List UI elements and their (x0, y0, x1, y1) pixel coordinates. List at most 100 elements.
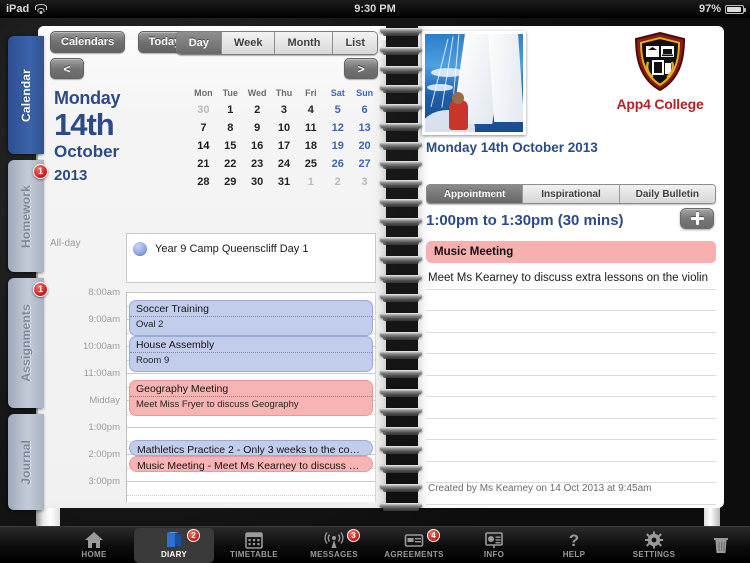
mini-month-day[interactable]: 10 (271, 119, 298, 137)
view-mode-segmented-control[interactable]: Day Week Month List (175, 31, 378, 55)
tab-badge: 4 (427, 528, 440, 542)
entry-title: Music Meeting (426, 241, 716, 263)
mini-month-day[interactable]: 9 (244, 119, 271, 137)
all-day-events-box[interactable]: Year 9 Camp Queenscliff Day 1 (126, 233, 376, 283)
spiral-ring (380, 199, 422, 208)
mini-month-day[interactable]: 25 (297, 155, 324, 173)
calendar-event[interactable]: House Assembly Room 9 (129, 336, 373, 372)
tab-home[interactable]: HOME (54, 528, 134, 563)
sidebar-item-journal[interactable]: Journal (8, 414, 44, 510)
mini-month-day[interactable]: 13 (351, 119, 378, 137)
mini-month-day[interactable]: 5 (324, 101, 351, 119)
previous-day-button[interactable]: < (50, 58, 84, 79)
school-name: App4 College (616, 96, 704, 112)
mini-month-day[interactable]: 11 (297, 119, 324, 137)
entry-blank-line[interactable] (426, 419, 716, 440)
card-icon (404, 531, 424, 549)
tab-agreements[interactable]: AGREEMENTS 4 (374, 528, 454, 563)
time-label: 10:00am (83, 341, 120, 352)
mini-month-day[interactable]: 30 (244, 173, 271, 191)
mini-month-day[interactable]: 8 (217, 119, 244, 137)
view-tab-month[interactable]: Month (275, 32, 334, 54)
entry-blank-line[interactable] (426, 397, 716, 419)
tab-diary[interactable]: DIARY 2 (134, 527, 214, 563)
mini-month-week: 7 8 9 10 11 12 13 (190, 119, 378, 137)
mini-month-weeks: 30 1 2 3 4 5 6 7 8 9 10 11 12 13 14 15 16 17 18 19 20 21 22 23 2… (190, 101, 378, 191)
mini-month-day[interactable]: 6 (351, 101, 378, 119)
spiral-ring (380, 142, 422, 151)
entry-blank-line[interactable] (426, 376, 716, 397)
calendar-event[interactable]: Mathletics Practice 2 - Only 3 weeks to … (129, 440, 373, 456)
spiral-ring (380, 275, 422, 284)
view-tab-week[interactable]: Week (221, 32, 276, 54)
tab-help[interactable]: ? HELP (534, 528, 614, 563)
mini-month-day[interactable]: 3 (271, 101, 298, 119)
mini-month-day[interactable]: 4 (297, 101, 324, 119)
mini-month-day[interactable]: 14 (190, 137, 217, 155)
mini-month-day[interactable]: 12 (324, 119, 351, 137)
mini-month-day[interactable]: 24 (271, 155, 298, 173)
entry-blank-line[interactable] (426, 354, 716, 376)
mini-month-day[interactable]: 3 (351, 173, 378, 191)
mini-month-day[interactable]: 22 (217, 155, 244, 173)
mini-month-day[interactable]: 1 (217, 101, 244, 119)
selected-date-display: Monday 14th October 2013 (54, 88, 174, 184)
mini-month-day[interactable]: 18 (297, 137, 324, 155)
calendar-event[interactable]: Music Meeting - Meet Ms Kearney to discu… (129, 456, 373, 472)
mini-month-day[interactable]: 15 (217, 137, 244, 155)
sidebar-item-assignments[interactable]: Assignments 1 (8, 278, 48, 408)
trash-icon[interactable] (710, 533, 732, 555)
tab-badge: 3 (347, 528, 360, 542)
mini-month-day[interactable]: 17 (271, 137, 298, 155)
mini-month-day[interactable]: 31 (271, 173, 298, 191)
mini-month-day[interactable]: 1 (297, 173, 324, 191)
add-entry-button[interactable] (680, 208, 714, 229)
entry-blank-line[interactable] (426, 440, 716, 462)
mini-month-day[interactable]: 26 (324, 155, 351, 173)
mini-month-header-tue: Tue (222, 88, 238, 98)
mini-month-day[interactable]: 30 (190, 101, 217, 119)
tab-info[interactable]: INFO (454, 528, 534, 563)
mini-month-day[interactable]: 7 (190, 119, 217, 137)
tab-inspirational[interactable]: Inspirational (523, 185, 620, 203)
sidebar-item-calendar[interactable]: Calendar (8, 36, 44, 154)
mini-month-day[interactable]: 27 (351, 155, 378, 173)
date-day-of-week: Monday (54, 88, 121, 108)
tab-daily-bulletin[interactable]: Daily Bulletin (619, 185, 715, 203)
entry-body-text[interactable]: Meet Ms Kearney to discuss extra lessons… (426, 268, 716, 290)
entry-blank-line[interactable] (426, 311, 716, 333)
time-label: 8:00am (88, 287, 120, 298)
hour-gridline (127, 373, 375, 374)
sidebar-item-homework[interactable]: Homework 1 (8, 160, 48, 272)
entry-blank-line[interactable] (426, 462, 716, 483)
entry-type-tabs[interactable]: Appointment Inspirational Daily Bulletin (426, 184, 716, 204)
mini-month-day[interactable]: 21 (190, 155, 217, 173)
mini-month-day[interactable]: 29 (217, 173, 244, 191)
tab-messages[interactable]: MESSAGES 3 (294, 528, 374, 563)
calendar-event[interactable]: Soccer Training Oval 2 (129, 300, 373, 336)
view-tab-list[interactable]: List (333, 32, 377, 54)
tab-appointment[interactable]: Appointment (427, 185, 524, 203)
entry-body-lines[interactable]: Meet Ms Kearney to discuss extra lessons… (426, 268, 716, 505)
mini-month-day[interactable]: 16 (244, 137, 271, 155)
next-day-button[interactable]: > (344, 58, 378, 79)
all-day-event[interactable]: Year 9 Camp Queenscliff Day 1 (127, 234, 375, 264)
entry-blank-line[interactable] (426, 333, 716, 354)
spiral-ring (380, 47, 422, 56)
view-tab-day[interactable]: Day (176, 32, 222, 54)
sidebar-badge: 1 (33, 282, 48, 297)
mini-month-day[interactable]: 2 (324, 173, 351, 191)
mini-month-day[interactable]: 23 (244, 155, 271, 173)
calendars-button[interactable]: Calendars (50, 31, 126, 53)
tab-timetable[interactable]: TIMETABLE (214, 528, 294, 563)
day-schedule-grid[interactable]: Soccer Training Oval 2 House Assembly Room … (126, 292, 376, 502)
calendar-event[interactable]: Geography Meeting Meet Miss Fryer to disc… (129, 380, 373, 416)
entry-blank-line[interactable] (426, 290, 716, 311)
mini-month-day[interactable]: 20 (351, 137, 378, 155)
mini-month-day[interactable]: 19 (324, 137, 351, 155)
mini-month-day[interactable]: 2 (244, 101, 271, 119)
mini-month-day[interactable]: 28 (190, 173, 217, 191)
mini-month-calendar[interactable]: Mon Tue Wed Thu Fri Sat Sun 30 1 2 3 4 5 6 7 8 9 10 11 12 1… (190, 86, 378, 191)
entry-blank-line[interactable] (426, 505, 716, 509)
tab-settings[interactable]: SETTINGS (614, 528, 694, 563)
